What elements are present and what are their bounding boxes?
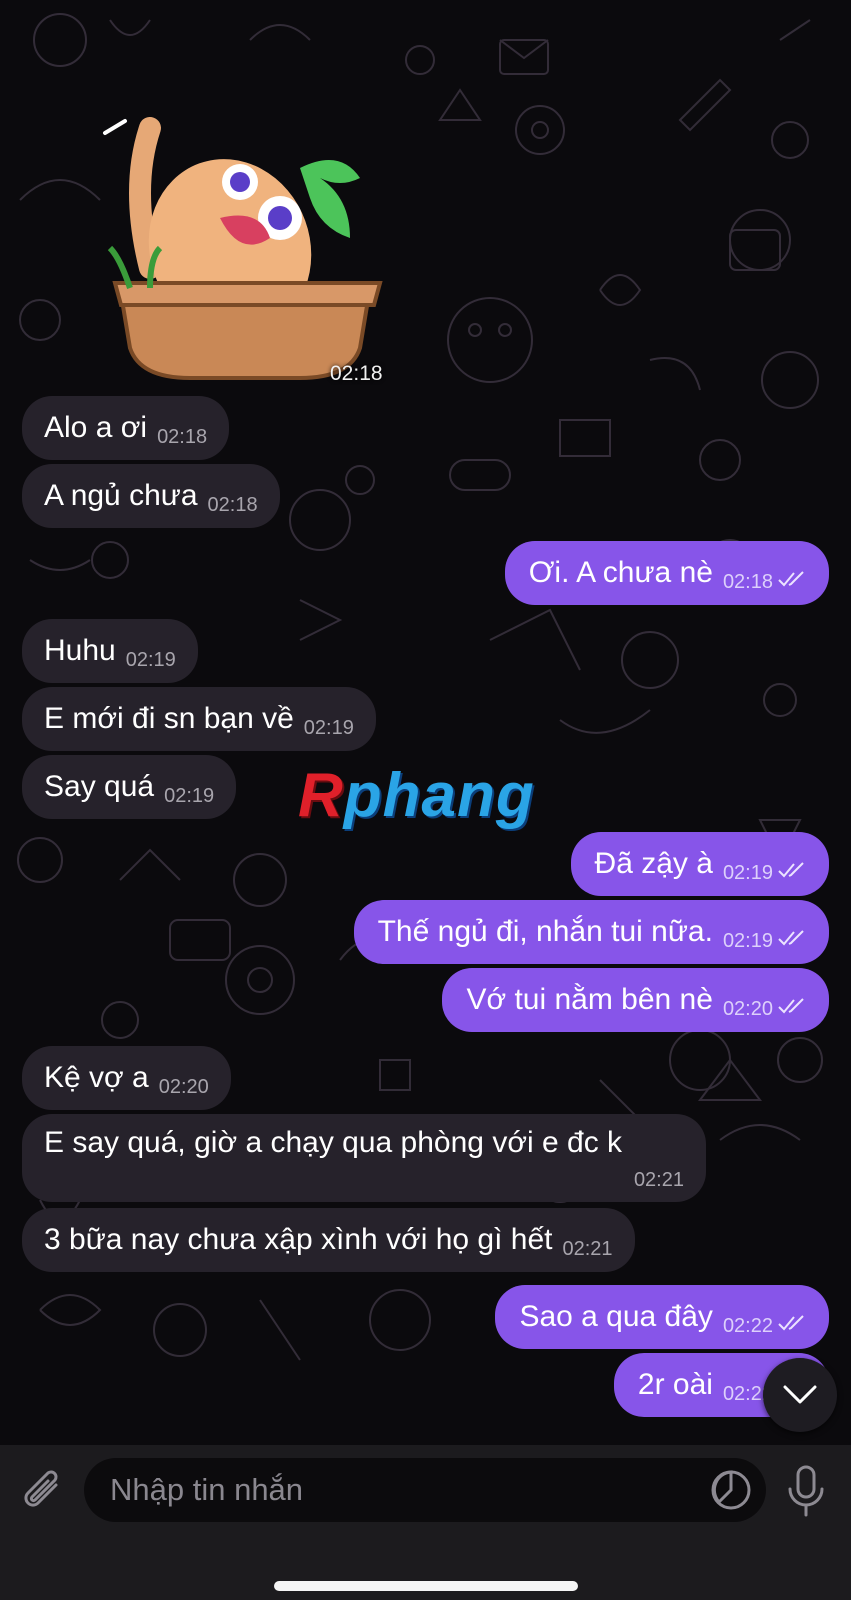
- message-time: 02:20: [158, 1076, 209, 1098]
- message-text: Kệ vợ a: [44, 1061, 149, 1094]
- message-time: 02:18: [207, 494, 258, 516]
- message-text: 3 bữa nay chưa xập xình với họ gì hết: [44, 1223, 553, 1256]
- message-text: Alo a ơi: [44, 411, 148, 444]
- message-time: 02:19: [125, 649, 176, 671]
- message-text: Đã zậy à: [594, 847, 713, 880]
- home-indicator: [274, 1581, 578, 1591]
- watermark-logo: Rphang: [298, 761, 535, 830]
- message-incoming[interactable]: Say quá 02:19: [22, 755, 237, 819]
- message-time: 02:18: [722, 571, 773, 593]
- potato-in-tub-sticker[interactable]: [100, 108, 400, 388]
- message-incoming[interactable]: Kệ vợ a 02:20: [22, 1046, 231, 1110]
- message-time: 02:21: [633, 1169, 684, 1191]
- read-check-icon: [777, 906, 807, 970]
- message-incoming[interactable]: 3 bữa nay chưa xập xình với họ gì hết 02:…: [22, 1208, 635, 1272]
- message-text: A ngủ chưa: [44, 479, 198, 512]
- message-time: 02:19: [722, 930, 773, 952]
- microphone-icon[interactable]: [786, 1463, 826, 1519]
- message-input[interactable]: Nhập tin nhắn: [84, 1458, 766, 1522]
- message-time: 02:22: [722, 1315, 773, 1337]
- read-check-icon: [777, 547, 807, 611]
- message-text: Sao a qua đây: [519, 1300, 713, 1333]
- chevron-down-icon: [783, 1385, 817, 1404]
- message-time: 02:19: [722, 862, 773, 884]
- message-input-bar: Nhập tin nhắn: [0, 1445, 851, 1600]
- message-time: 02:20: [722, 998, 773, 1020]
- message-time: 02:19: [164, 785, 215, 807]
- message-time: 02:21: [562, 1238, 613, 1260]
- message-text: E mới đi sn bạn về: [44, 702, 294, 735]
- message-text: Ơi. A chưa nè: [528, 556, 713, 589]
- message-incoming[interactable]: A ngủ chưa 02:18: [22, 464, 280, 528]
- message-time: 02:19: [303, 717, 354, 739]
- message-incoming[interactable]: Huhu 02:19: [22, 619, 198, 683]
- message-text: 2r oài: [637, 1368, 713, 1401]
- paperclip-icon[interactable]: [20, 1467, 68, 1517]
- read-check-icon: [777, 838, 807, 902]
- message-text: Huhu: [44, 634, 116, 667]
- message-text: Say quá: [44, 770, 155, 803]
- message-incoming[interactable]: E say quá, giờ a chạy qua phòng với e đc…: [22, 1114, 706, 1202]
- sticker-icon[interactable]: [710, 1469, 752, 1511]
- read-check-icon: [777, 974, 807, 1038]
- sticker-time: 02:18: [330, 362, 383, 385]
- message-outgoing[interactable]: Thế ngủ đi, nhắn tui nữa. 02:19: [353, 900, 829, 964]
- message-outgoing[interactable]: Sao a qua đây 02:22: [495, 1285, 829, 1349]
- message-incoming[interactable]: Alo a ơi 02:18: [22, 396, 230, 460]
- message-text: Thế ngủ đi, nhắn tui nữa.: [377, 915, 713, 948]
- read-check-icon: [777, 1291, 807, 1355]
- message-text: Vớ tui nằm bên nè: [466, 983, 713, 1016]
- message-outgoing[interactable]: Đã zậy à 02:19: [570, 832, 829, 896]
- message-outgoing[interactable]: Vớ tui nằm bên nè 02:20: [442, 968, 829, 1032]
- message-time: 02:18: [157, 426, 208, 448]
- scroll-to-bottom-button[interactable]: [763, 1358, 837, 1432]
- message-text: E say quá, giờ a chạy qua phòng với e đc…: [44, 1126, 623, 1159]
- message-outgoing[interactable]: Ơi. A chưa nè 02:18: [504, 541, 829, 605]
- message-incoming[interactable]: E mới đi sn bạn về 02:19: [22, 687, 376, 751]
